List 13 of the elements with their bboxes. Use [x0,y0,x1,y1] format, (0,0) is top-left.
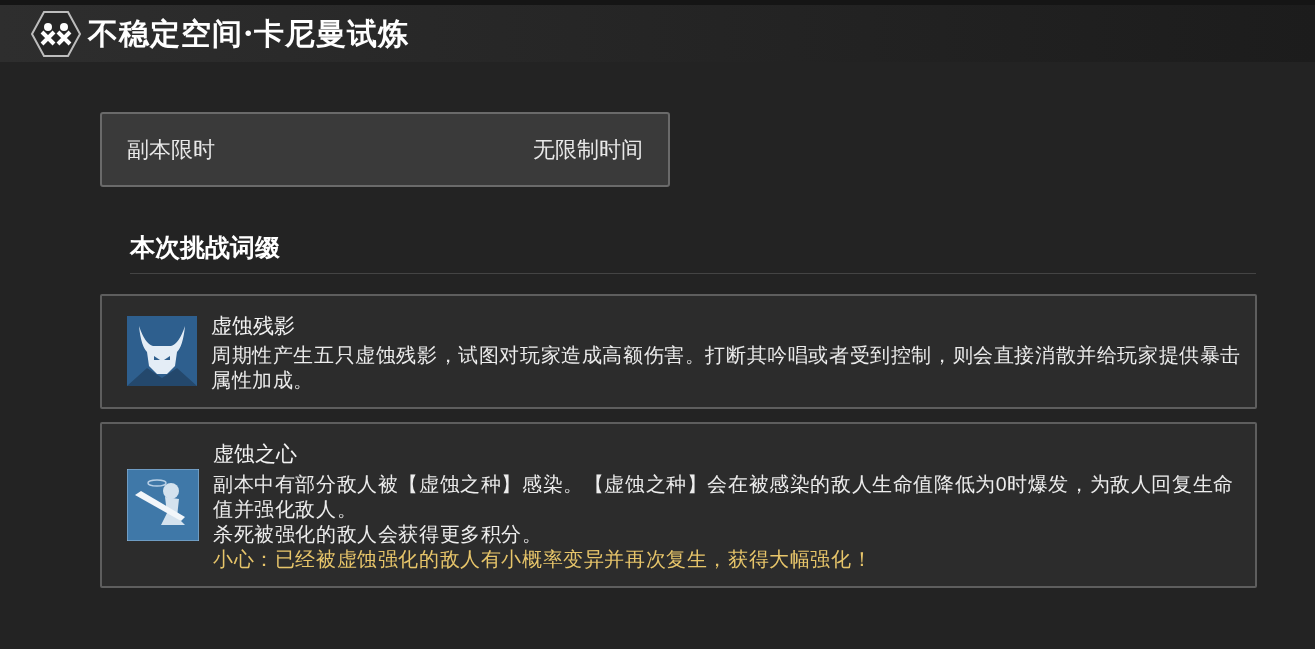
time-limit-value: 无限制时间 [533,136,643,164]
affix-description: 杀死被强化的敌人会获得更多积分。 [213,521,544,547]
sword-figure-icon [127,468,199,541]
affix-name: 虚蚀残影 [211,312,296,339]
affix-description: 副本中有部分敌人被【虚蚀之种】感染。【虚蚀之种】会在被感染的敌人生命值降低为0时爆发，为敌人回复生命值并强化敌人。 [213,471,1235,522]
warning-text: 小心：已经被虚蚀强化的敌人有小概率变异并再次复生，获得大幅强化！ [213,546,874,572]
affix-description: 周期性产生五只虚蚀残影，试图对玩家造成高额伤害。打断其吟唱或者受到控制，则会直接消散并给玩家提供暴击属性加成。 [211,343,1241,393]
demon-mask-icon [127,316,197,387]
time-limit-label: 副本限时 [127,136,215,164]
page-title: 不稳定空间·卡尼曼试炼 [88,15,410,53]
section-title: 本次挑战词缀 [130,233,280,261]
affix-name: 虚蚀之心 [213,441,298,467]
hexagon-emblem-icon [30,9,82,58]
